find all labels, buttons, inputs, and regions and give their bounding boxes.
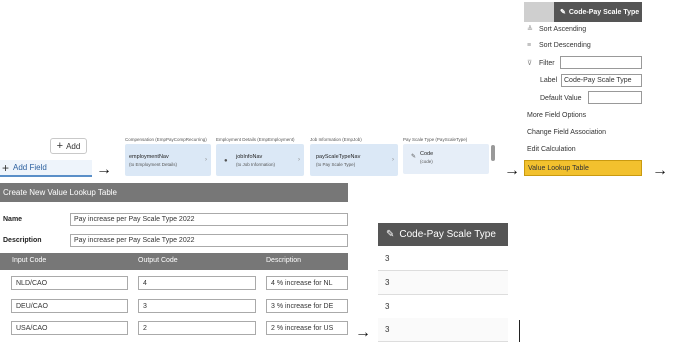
breadcrumb-card-payscale[interactable]: payScaleTypeNav (to Pay Scale Type) › [310,144,398,176]
value-lookup-table-item[interactable]: Value Lookup Table [524,160,642,176]
input-code-cell[interactable]: DEU/CAO [11,299,128,313]
sort-descending-icon: ≡ [527,42,532,49]
change-field-association-item[interactable]: Change Field Association [527,129,606,136]
breadcrumb-card-jobinfo[interactable]: ● jobInfoNav (to Job Information) › [216,144,304,176]
more-field-options-item[interactable]: More Field Options [527,112,586,119]
lookup-table-header: Input Code Output Code Description [0,253,348,270]
card-subtitle: (code) [420,159,433,164]
card-subtitle: (to Pay Scale Type) [316,162,356,167]
sort-ascending-icon: ≜ [527,26,533,33]
result-row: 3 [378,318,508,342]
breadcrumb-header: Job Information (EmpJob) [310,137,362,142]
chevron-right-icon: › [298,157,300,163]
card-title: payScaleTypeNav [316,154,361,160]
plus-icon: + [2,160,10,175]
arrow-icon: → [652,162,668,179]
sort-ascending-item[interactable]: ≜ Sort Ascending [527,25,586,34]
filter-icon: ⊽ [527,60,533,67]
dialog-title: Create New Value Lookup Table [0,183,348,202]
breadcrumb-header: Pay Scale Type (PayScaleType) [403,137,468,142]
link-icon: ● [224,158,228,164]
breadcrumb-header: Compensation (EmpPayCompRecurring) [125,137,207,142]
card-subtitle: (to Employment Details) [129,162,178,167]
add-field-button[interactable]: + Add Field [0,160,92,177]
breadcrumb-card-employment[interactable]: employmentNav (to Employment Details) › [125,144,211,176]
name-label: Name [3,216,23,223]
result-row: 3 [378,295,508,319]
tag-icon: ✎ [560,9,566,16]
breadcrumb-card-code[interactable]: ✎ Code (code) [403,144,489,174]
label-input[interactable]: Code-Pay Scale Type [561,74,642,87]
card-title: employmentNav [129,154,169,160]
text-cursor [519,320,520,342]
card-title: Code [420,151,434,157]
scrollbar[interactable] [491,145,495,161]
output-code-cell[interactable]: 2 [138,321,256,335]
plus-icon: + [56,139,64,152]
edit-calculation-item[interactable]: Edit Calculation [527,146,576,153]
output-code-cell[interactable]: 4 [138,276,256,290]
tag-icon: ✎ [386,229,395,240]
column-header-description: Description [266,257,302,264]
result-row: 3 [378,247,508,271]
chevron-right-icon: › [392,157,394,163]
output-code-cell[interactable]: 3 [138,299,256,313]
column-header-input-code: Input Code [12,257,47,264]
filter-item: ⊽ Filter [527,59,555,68]
result-column-header[interactable]: ✎ Code-Pay Scale Type [378,223,508,246]
card-title: jobInfoNav [236,154,263,160]
description-input[interactable]: Pay increase per Pay Scale Type 2022 [70,234,348,247]
description-label: Description [3,237,42,244]
result-row: 3 [378,271,508,295]
description-cell[interactable]: 4 % increase for NL [266,276,348,290]
arrow-icon: → [355,324,371,341]
menu-header: ✎ Code-Pay Scale Type [524,2,642,22]
description-cell[interactable]: 3 % increase for DE [266,299,348,313]
description-cell[interactable]: 2 % increase for US [266,321,348,335]
arrow-icon: → [504,162,520,179]
add-button[interactable]: + Add [50,138,87,154]
breadcrumb-header: Employment Details (EmpEmployment) [216,137,295,142]
card-subtitle: (to Job Information) [236,162,276,167]
filter-input[interactable] [560,56,642,69]
column-header-output-code: Output Code [138,257,178,264]
label-caption: Label [540,77,558,84]
tag-icon: ✎ [411,154,417,160]
chevron-right-icon: › [205,157,207,163]
arrow-icon: → [96,161,112,178]
default-value-caption: Default Value [540,95,582,102]
sort-descending-item[interactable]: ≡ Sort Descending [527,42,591,49]
input-code-cell[interactable]: USA/CAO [11,321,128,335]
default-value-input[interactable] [588,91,642,104]
input-code-cell[interactable]: NLD/CAO [11,276,128,290]
name-input[interactable]: Pay increase per Pay Scale Type 2022 [70,213,348,226]
